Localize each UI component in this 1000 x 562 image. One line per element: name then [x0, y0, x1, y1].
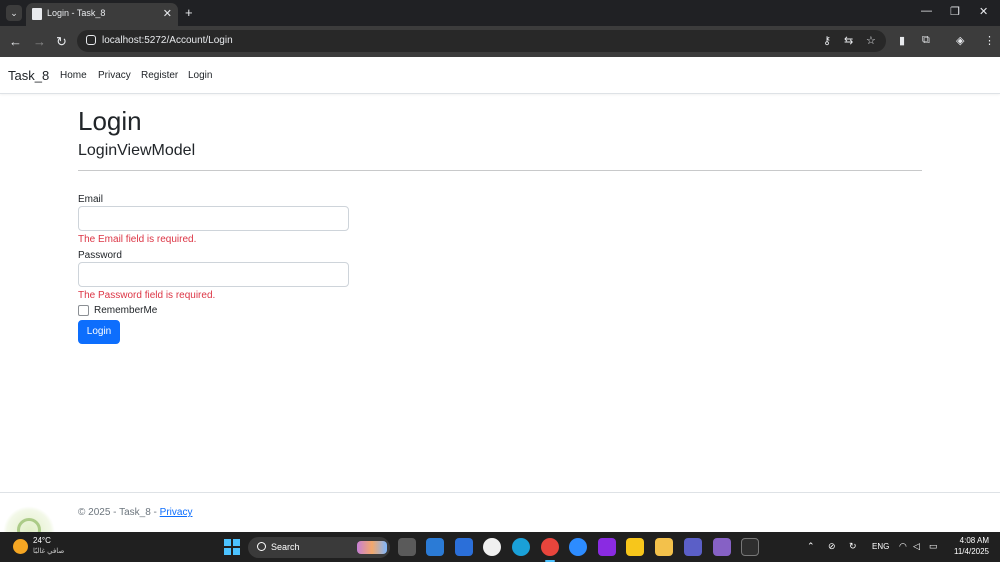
page-subtitle: LoginViewModel	[78, 142, 196, 159]
language-indicator[interactable]: ENG	[872, 542, 889, 551]
close-window-button[interactable]: ✕	[979, 5, 988, 18]
search-highlight-icon	[357, 541, 387, 554]
password-input[interactable]	[78, 262, 349, 287]
clock-date[interactable]: 11/4/2025	[945, 547, 989, 556]
browser-tab-bar: ⌄ Login - Task_8 ✕ + — ❐ ✕	[0, 0, 1000, 26]
extension-icon[interactable]: ▮	[899, 34, 905, 47]
email-error: The Email field is required.	[78, 234, 197, 245]
email-input[interactable]	[78, 206, 349, 231]
clock-time[interactable]: 4:08 AM	[955, 536, 989, 545]
back-arrow-icon[interactable]: ←	[9, 34, 22, 49]
weather-temperature[interactable]: 24°C	[33, 536, 51, 545]
email-label: Email	[78, 194, 104, 205]
task-view-icon[interactable]	[398, 538, 416, 556]
search-icon	[257, 542, 266, 551]
page-title: Login	[78, 106, 142, 136]
minimize-button[interactable]: —	[921, 5, 932, 17]
azure-data-studio-icon[interactable]	[455, 538, 473, 556]
tab-search-button[interactable]: ⌄	[6, 5, 22, 21]
windows-start-icon[interactable]	[224, 539, 240, 555]
password-error: The Password field is required.	[78, 290, 216, 301]
remember-me-checkbox[interactable]	[78, 305, 89, 316]
visual-studio-icon[interactable]	[713, 538, 731, 556]
reload-icon[interactable]: ↻	[56, 34, 67, 50]
navbar-brand[interactable]: Task_8	[8, 68, 49, 83]
page-favicon-icon	[32, 8, 42, 20]
password-key-icon[interactable]: ⚷	[823, 34, 831, 47]
page-footer: © 2025 - Task_8 - Privacy	[0, 492, 1000, 532]
translate-icon[interactable]: ⇆	[844, 34, 853, 47]
vscode-icon[interactable]	[426, 538, 444, 556]
footer-privacy-link[interactable]: Privacy	[160, 507, 193, 518]
wifi-icon[interactable]: ◠	[899, 541, 907, 552]
footer-text: © 2025 - Task_8 - Privacy	[78, 507, 192, 518]
nav-link-register[interactable]: Register	[141, 70, 178, 81]
footer-copyright: © 2025 - Task_8 -	[78, 507, 160, 518]
search-placeholder: Search	[271, 542, 300, 552]
app-store-icon[interactable]	[483, 538, 501, 556]
battery-icon[interactable]: ▭	[929, 541, 938, 552]
login-button[interactable]: Login	[78, 320, 120, 344]
show-hidden-icons[interactable]: ⌃	[807, 541, 815, 552]
tab-title: Login - Task_8	[47, 8, 106, 18]
weather-moon-icon[interactable]	[13, 539, 28, 554]
maximize-button[interactable]: ❐	[950, 5, 960, 18]
forward-arrow-icon[interactable]: →	[33, 34, 46, 49]
profile-avatar-icon[interactable]: ◈	[956, 34, 964, 47]
nav-link-login[interactable]: Login	[188, 70, 212, 81]
file-explorer-icon[interactable]	[655, 538, 673, 556]
extensions-puzzle-icon[interactable]: ⧉	[922, 34, 930, 47]
browser-tab[interactable]: Login - Task_8 ✕	[26, 3, 178, 26]
taskbar-search[interactable]: Search	[248, 537, 390, 558]
site-navbar: Task_8 Home Privacy Register Login	[0, 57, 1000, 94]
edge-icon[interactable]	[512, 538, 530, 556]
rider-icon[interactable]	[598, 538, 616, 556]
sync-icon[interactable]: ↻	[849, 541, 857, 552]
volume-icon[interactable]: ◁	[913, 541, 920, 552]
password-label: Password	[78, 250, 122, 261]
nav-link-home[interactable]: Home	[60, 70, 87, 81]
remember-me-label[interactable]: RememberMe	[94, 305, 157, 316]
network-off-icon[interactable]: ⊘	[828, 541, 836, 552]
weather-description[interactable]: صافي غالبًا	[33, 547, 64, 555]
teams-icon[interactable]	[684, 538, 702, 556]
browser-toolbar: ← → ↻ localhost:5272/Account/Login ⚷ ⇆ ☆…	[0, 26, 1000, 57]
zoom-icon[interactable]	[569, 538, 587, 556]
nav-link-privacy[interactable]: Privacy	[98, 70, 131, 81]
chrome-icon[interactable]	[541, 538, 559, 556]
bookmark-star-icon[interactable]: ☆	[866, 34, 876, 47]
url-text[interactable]: localhost:5272/Account/Login	[102, 35, 233, 46]
sticky-notes-icon[interactable]	[626, 538, 644, 556]
address-bar[interactable]: localhost:5272/Account/Login ⚷ ⇆ ☆	[77, 30, 886, 52]
close-tab-icon[interactable]: ✕	[163, 7, 172, 20]
terminal-icon[interactable]	[741, 538, 759, 556]
site-info-icon[interactable]	[86, 35, 96, 45]
new-tab-button[interactable]: +	[185, 5, 193, 20]
divider	[78, 170, 922, 171]
browser-menu-icon[interactable]: ⋮	[984, 34, 995, 47]
windows-taskbar: 24°C صافي غالبًا Search ⌃ ⊘ ↻ ENG ◠ ◁ ▭ …	[0, 532, 1000, 562]
